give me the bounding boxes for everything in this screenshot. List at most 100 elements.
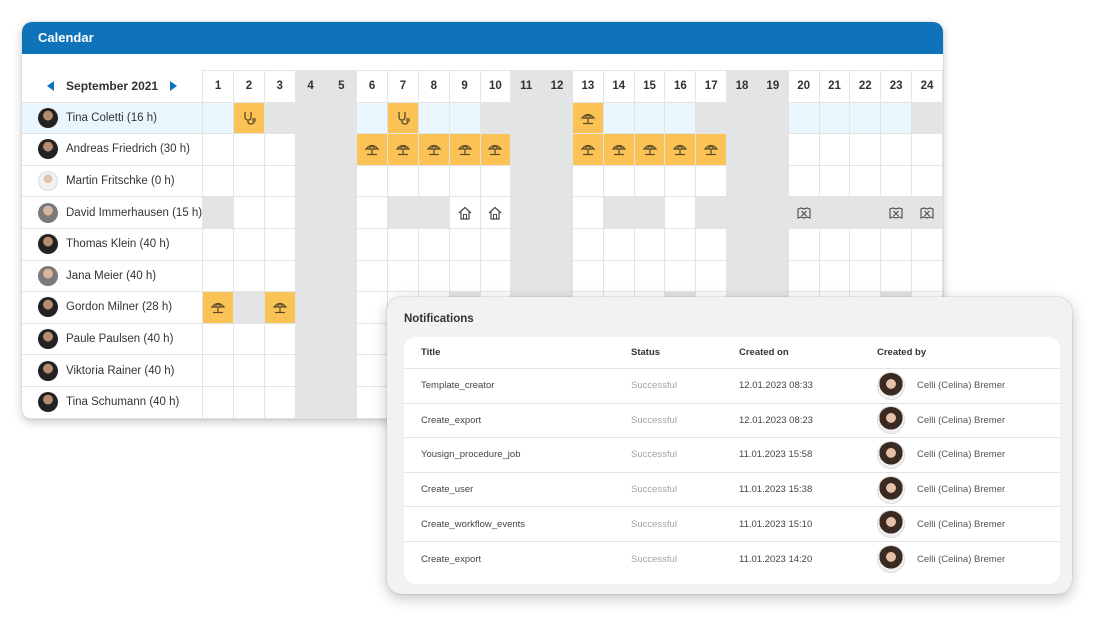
day-cell[interactable]: [202, 322, 234, 356]
day-cell[interactable]: [510, 133, 543, 166]
day-cell[interactable]: [633, 259, 666, 293]
day-cell[interactable]: [726, 227, 758, 261]
day-cell[interactable]: [387, 196, 419, 229]
day-cell[interactable]: [448, 101, 481, 135]
day-cell[interactable]: [356, 385, 389, 419]
day-cell[interactable]: [202, 227, 234, 261]
day-cell[interactable]: [787, 227, 820, 261]
day-cell[interactable]: [294, 291, 327, 324]
day-cell[interactable]: [387, 164, 419, 198]
day-cell[interactable]: [387, 227, 419, 261]
day-cell[interactable]: [756, 164, 789, 198]
day-cell[interactable]: [726, 196, 758, 229]
day-cell[interactable]: [571, 259, 604, 293]
column-header-created-by[interactable]: Created by: [877, 337, 926, 368]
day-cell[interactable]: [880, 133, 913, 166]
day-cell[interactable]: [232, 196, 265, 229]
day-cell[interactable]: [448, 227, 481, 261]
day-cell[interactable]: [849, 227, 882, 261]
day-cell[interactable]: [263, 164, 296, 198]
day-cell[interactable]: [571, 164, 604, 198]
day-cell[interactable]: [664, 227, 697, 261]
day-cell[interactable]: [294, 354, 327, 387]
day-cell[interactable]: [849, 101, 882, 135]
day-cell[interactable]: [633, 196, 666, 229]
day-cell[interactable]: [911, 164, 943, 198]
day-cell[interactable]: [602, 164, 635, 198]
day-cell[interactable]: [787, 259, 820, 293]
day-cell[interactable]: [541, 196, 573, 229]
employee-cell[interactable]: Tina Schumann (40 h): [22, 385, 204, 419]
day-cell[interactable]: [448, 133, 481, 166]
day-cell[interactable]: [664, 133, 697, 166]
column-header-title[interactable]: Title: [421, 337, 440, 368]
day-cell[interactable]: [263, 385, 296, 419]
day-cell[interactable]: [263, 259, 296, 293]
day-cell[interactable]: [356, 291, 389, 324]
day-cell[interactable]: [880, 196, 913, 229]
day-cell[interactable]: [232, 164, 265, 198]
day-cell[interactable]: [849, 259, 882, 293]
next-month-icon[interactable]: [170, 81, 178, 92]
day-cell[interactable]: [294, 101, 327, 135]
day-cell[interactable]: [294, 259, 327, 293]
day-cell[interactable]: [232, 259, 265, 293]
day-cell[interactable]: [633, 164, 666, 198]
day-cell[interactable]: [263, 227, 296, 261]
day-cell[interactable]: [417, 164, 450, 198]
day-cell[interactable]: [571, 227, 604, 261]
day-cell[interactable]: [202, 196, 234, 229]
day-cell[interactable]: [849, 164, 882, 198]
day-cell[interactable]: [479, 133, 512, 166]
employee-cell[interactable]: David Immerhausen (15 h): [22, 196, 204, 229]
day-cell[interactable]: [294, 196, 327, 229]
day-cell[interactable]: [880, 227, 913, 261]
day-cell[interactable]: [232, 133, 265, 166]
notification-row[interactable]: Create_workflow_events Successful 11.01.20…: [404, 507, 1060, 542]
day-cell[interactable]: [387, 259, 419, 293]
day-cell[interactable]: [664, 259, 697, 293]
day-cell[interactable]: [602, 101, 635, 135]
day-cell[interactable]: [263, 354, 296, 387]
day-cell[interactable]: [510, 101, 543, 135]
day-cell[interactable]: [263, 291, 296, 324]
day-cell[interactable]: [571, 196, 604, 229]
notification-row[interactable]: Yousign_procedure_job Successful 11.01.202…: [404, 438, 1060, 473]
day-cell[interactable]: [849, 133, 882, 166]
day-cell[interactable]: [911, 259, 943, 293]
day-cell[interactable]: [911, 227, 943, 261]
day-cell[interactable]: [294, 227, 327, 261]
day-cell[interactable]: [325, 291, 358, 324]
day-cell[interactable]: [232, 385, 265, 419]
employee-cell[interactable]: Viktoria Rainer (40 h): [22, 354, 204, 387]
notification-row[interactable]: Create_export Successful 12.01.2023 08:23 C…: [404, 404, 1060, 439]
day-cell[interactable]: [510, 196, 543, 229]
day-cell[interactable]: [818, 164, 851, 198]
day-cell[interactable]: [294, 164, 327, 198]
employee-cell[interactable]: Gordon Milner (28 h): [22, 291, 204, 324]
day-cell[interactable]: [448, 196, 481, 229]
day-cell[interactable]: [664, 164, 697, 198]
day-cell[interactable]: [756, 101, 789, 135]
day-cell[interactable]: [325, 259, 358, 293]
day-cell[interactable]: [417, 259, 450, 293]
day-cell[interactable]: [880, 164, 913, 198]
day-cell[interactable]: [571, 133, 604, 166]
day-cell[interactable]: [356, 354, 389, 387]
day-cell[interactable]: [695, 164, 728, 198]
day-cell[interactable]: [695, 259, 728, 293]
day-cell[interactable]: [818, 227, 851, 261]
day-cell[interactable]: [202, 259, 234, 293]
day-cell[interactable]: [232, 322, 265, 356]
day-cell[interactable]: [325, 322, 358, 356]
day-cell[interactable]: [633, 101, 666, 135]
day-cell[interactable]: [756, 196, 789, 229]
day-cell[interactable]: [911, 196, 943, 229]
day-cell[interactable]: [232, 227, 265, 261]
day-cell[interactable]: [387, 101, 419, 135]
day-cell[interactable]: [325, 101, 358, 135]
day-cell[interactable]: [417, 101, 450, 135]
day-cell[interactable]: [232, 354, 265, 387]
day-cell[interactable]: [633, 133, 666, 166]
day-cell[interactable]: [479, 196, 512, 229]
